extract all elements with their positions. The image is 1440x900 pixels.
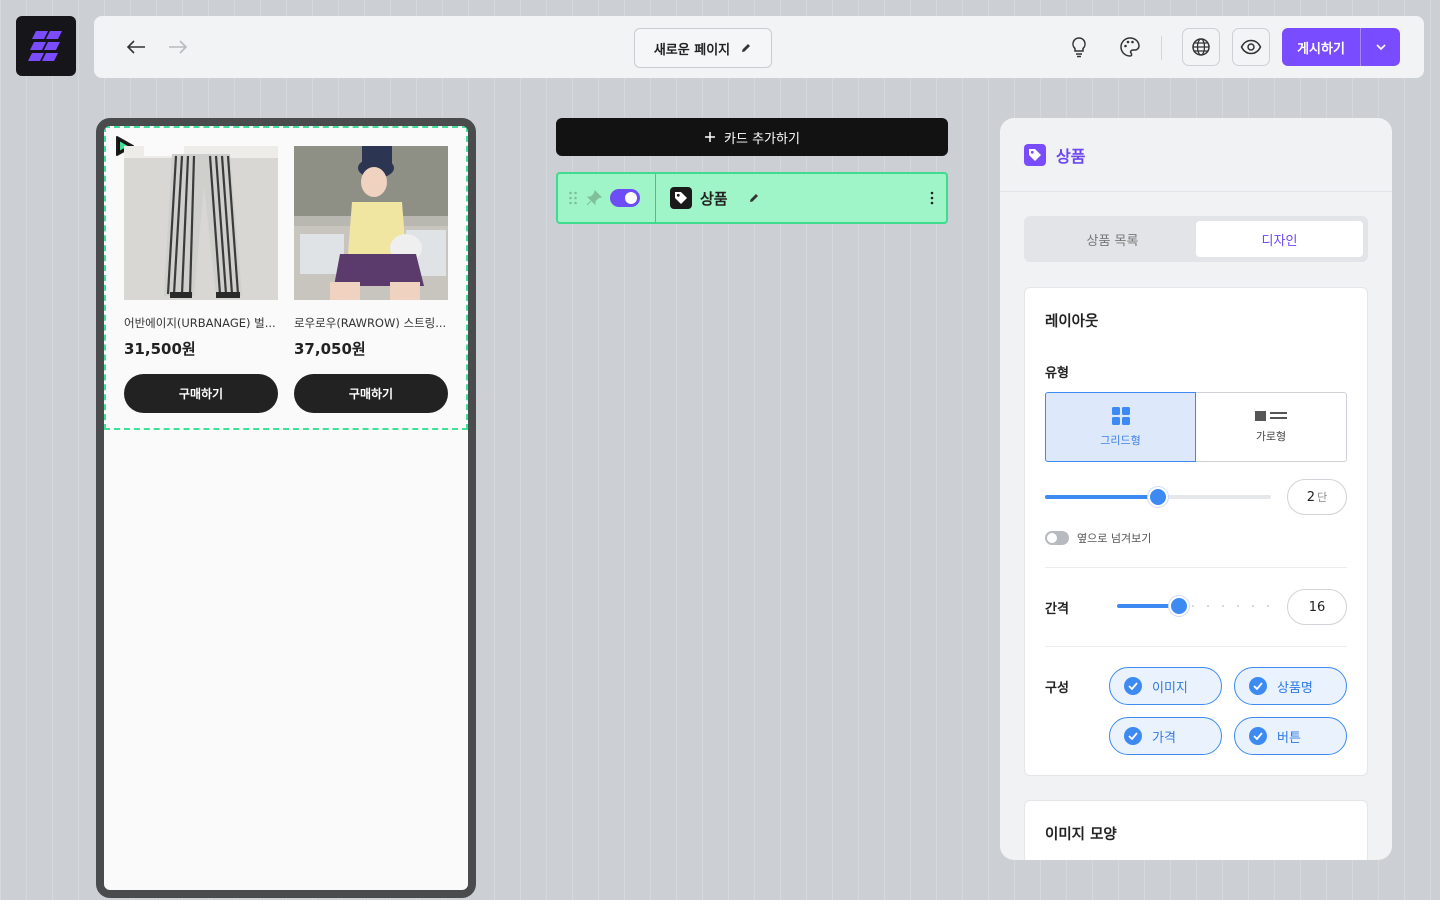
product-card[interactable]: 로우로우(RAWROW) 스트링... 37,050원 구매하기	[294, 146, 448, 413]
compose-price-label: 가격	[1152, 730, 1176, 746]
image-shape-section: 이미지 모양	[1024, 800, 1368, 860]
check-circle-icon	[1249, 677, 1267, 695]
tab-design[interactable]: 디자인	[1196, 221, 1363, 257]
columns-value-box[interactable]: 2단	[1287, 479, 1347, 515]
columns-slider-knob[interactable]	[1148, 487, 1168, 507]
buy-button[interactable]: 구매하기	[124, 374, 278, 413]
gap-slider[interactable]	[1117, 596, 1271, 616]
preview-button[interactable]	[1232, 28, 1270, 66]
compose-name-chip[interactable]: 상품명	[1234, 667, 1347, 705]
product-price: 37,050원	[294, 340, 366, 358]
columns-value: 2	[1306, 489, 1316, 505]
tag-icon	[670, 187, 692, 209]
settings-panel: 상품 상품 목록 디자인 레이아웃 유형 그리드형 가로형 2단 옆으로 넘겨보…	[1000, 118, 1392, 860]
type-grid-option[interactable]: 그리드형	[1045, 392, 1196, 462]
card-title: 상품	[656, 187, 918, 209]
mobile-preview: 어반에이지(URBANAGE) 벌... 31,500원 구매하기 로우로우(R…	[96, 118, 476, 898]
palette-icon	[1120, 37, 1140, 57]
type-grid-label: 그리드형	[1100, 434, 1141, 447]
divider	[1045, 567, 1347, 568]
product-card[interactable]: 어반에이지(URBANAGE) 벌... 31,500원 구매하기	[124, 146, 278, 413]
toolbar-divider	[1161, 36, 1162, 60]
add-card-button[interactable]: 카드 추가하기	[556, 118, 948, 156]
grid-icon	[1111, 407, 1130, 425]
eye-icon	[1240, 39, 1262, 55]
layout-section: 레이아웃 유형 그리드형 가로형 2단 옆으로 넘겨보기 간격 16 구성 이미…	[1024, 287, 1368, 776]
gap-value: 16	[1308, 599, 1326, 615]
compose-name-label: 상품명	[1277, 680, 1313, 696]
publish-button-group: 게시하기	[1282, 28, 1400, 66]
check-circle-icon	[1249, 727, 1267, 745]
product-image	[124, 146, 278, 300]
check-circle-icon	[1124, 677, 1142, 695]
list-horizontal-icon	[1255, 411, 1287, 421]
pin-icon[interactable]	[586, 190, 602, 206]
gap-slider-knob[interactable]	[1169, 596, 1189, 616]
compose-price-chip[interactable]: 가격	[1109, 717, 1222, 755]
product-image	[294, 146, 448, 300]
card-title-label: 상품	[700, 189, 728, 208]
page-name-label: 새로운 페이지	[653, 42, 731, 58]
product-name: 어반에이지(URBANAGE) 벌...	[124, 316, 276, 330]
compose-button-label: 버튼	[1277, 730, 1301, 746]
card-more-button[interactable]	[918, 191, 946, 205]
logo-mark-icon	[28, 31, 62, 61]
publish-button[interactable]: 게시하기	[1282, 28, 1361, 66]
undo-button[interactable]	[122, 34, 150, 60]
type-horizontal-label: 가로형	[1255, 430, 1287, 443]
language-button[interactable]	[1182, 28, 1220, 66]
drag-handle-icon[interactable]	[568, 191, 578, 205]
arrow-right-icon	[169, 40, 188, 54]
product-name: 로우로우(RAWROW) 스트링...	[294, 316, 447, 330]
compose-image-chip[interactable]: 이미지	[1109, 667, 1222, 705]
plus-icon	[705, 132, 716, 142]
top-toolbar: 새로운 페이지 게시하기	[94, 16, 1424, 78]
panel-title: 상품	[1056, 146, 1086, 166]
card-controls	[558, 174, 656, 222]
tag-icon	[1024, 143, 1046, 166]
arrow-left-icon	[126, 40, 145, 54]
columns-slider[interactable]	[1045, 487, 1271, 507]
columns-unit: 단	[1317, 491, 1328, 504]
compose-button-chip[interactable]: 버튼	[1234, 717, 1347, 755]
selected-product-block[interactable]: 어반에이지(URBANAGE) 벌... 31,500원 구매하기 로우로우(R…	[104, 126, 468, 430]
panel-tabs: 상품 목록 디자인	[1024, 216, 1368, 262]
publish-options-button[interactable]	[1361, 28, 1400, 66]
type-horizontal-option[interactable]: 가로형	[1196, 392, 1347, 462]
panel-header: 상품	[1000, 118, 1392, 192]
app-logo[interactable]	[16, 16, 76, 76]
compose-label: 구성	[1045, 681, 1069, 696]
swipe-label: 옆으로 넘겨보기	[1077, 532, 1152, 545]
type-label: 유형	[1045, 366, 1069, 381]
lightbulb-icon	[1072, 37, 1086, 58]
card-list-item[interactable]: 상품	[556, 172, 948, 224]
image-shape-title: 이미지 모양	[1045, 827, 1117, 843]
redo-button[interactable]	[164, 34, 192, 60]
gap-label: 간격	[1045, 602, 1069, 617]
pencil-icon	[742, 44, 751, 52]
check-circle-icon	[1124, 727, 1142, 745]
layout-title: 레이아웃	[1045, 314, 1099, 330]
tab-product-list[interactable]: 상품 목록	[1029, 221, 1196, 257]
tips-button[interactable]	[1062, 30, 1096, 64]
add-card-label: 카드 추가하기	[724, 131, 800, 147]
more-vertical-icon	[930, 191, 934, 205]
card-visibility-toggle[interactable]	[610, 189, 640, 207]
divider	[1045, 646, 1347, 647]
theme-button[interactable]	[1113, 30, 1147, 64]
layout-type-selector: 그리드형 가로형	[1045, 392, 1347, 462]
chevron-down-icon	[1375, 44, 1386, 51]
globe-icon	[1192, 38, 1210, 56]
pencil-icon[interactable]	[748, 192, 760, 204]
gap-value-box[interactable]: 16	[1287, 589, 1347, 625]
buy-button[interactable]: 구매하기	[294, 374, 448, 413]
swipe-toggle[interactable]	[1045, 531, 1069, 545]
compose-image-label: 이미지	[1152, 680, 1188, 696]
page-name-button[interactable]: 새로운 페이지	[634, 28, 772, 68]
product-price: 31,500원	[124, 340, 196, 358]
